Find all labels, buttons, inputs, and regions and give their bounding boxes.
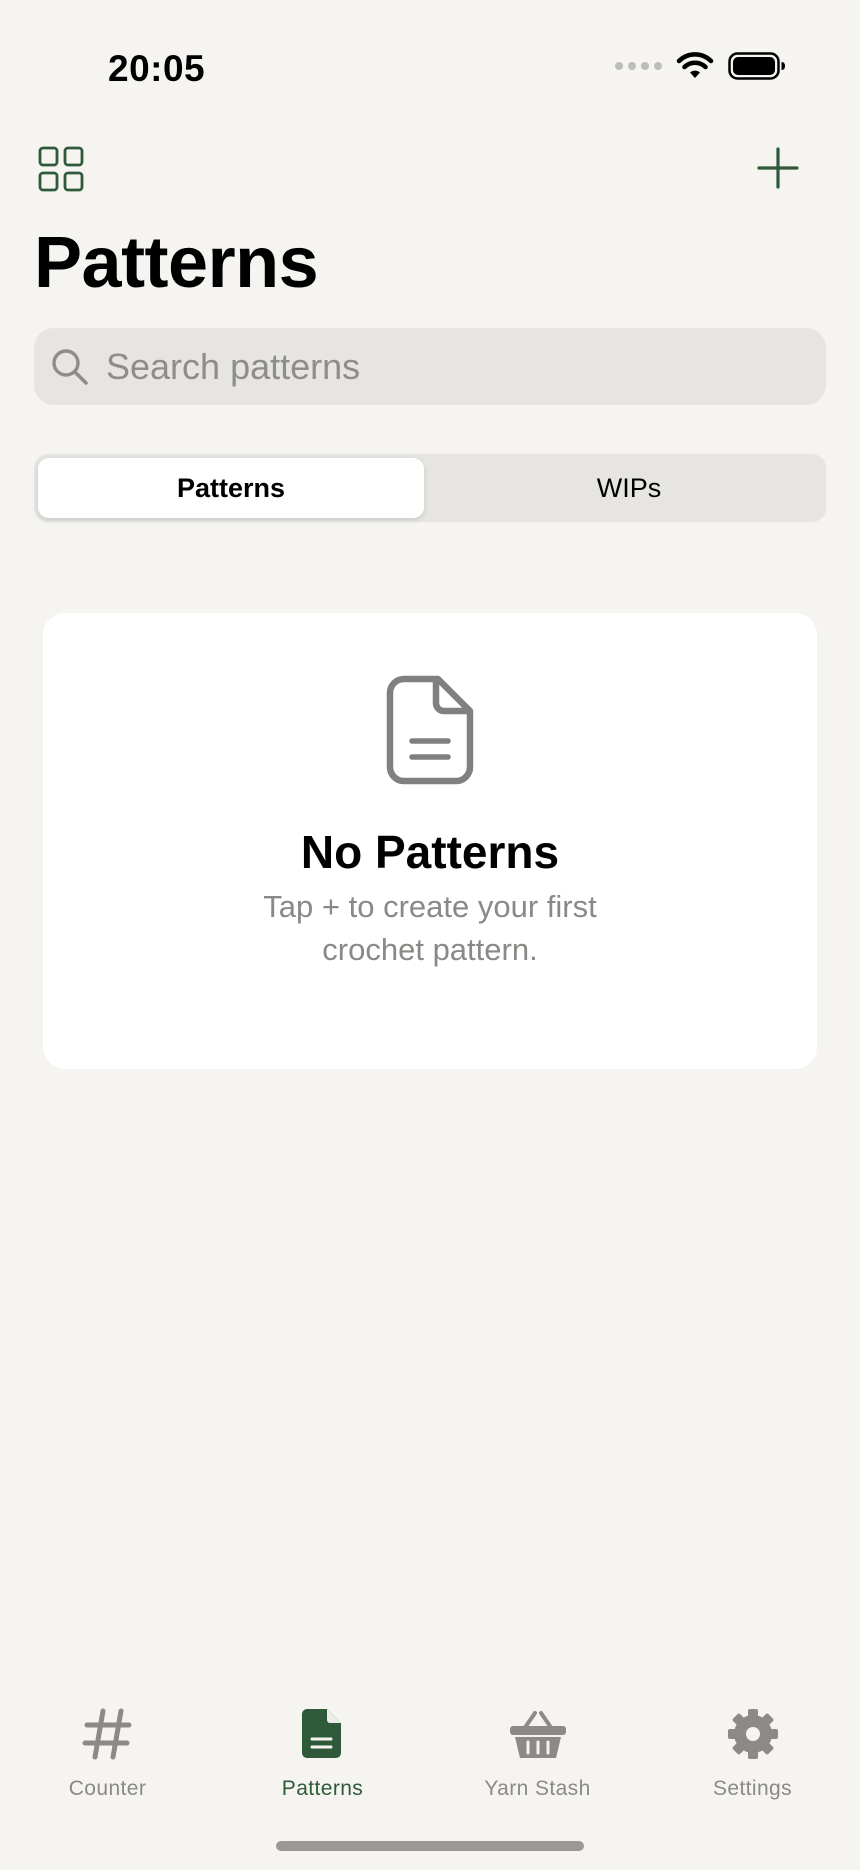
- empty-state-card: No Patterns Tap + to create your first c…: [43, 613, 817, 1069]
- tab-label: Settings: [712, 1777, 793, 1800]
- hashtag-icon: [82, 1708, 131, 1760]
- segmented-control: Patterns WIPs: [34, 454, 826, 522]
- wifi-icon: [676, 52, 714, 78]
- empty-state-title: No Patterns: [300, 826, 560, 878]
- search-input[interactable]: [106, 345, 806, 388]
- plus-icon: [757, 147, 799, 189]
- tab-yarn-stash[interactable]: Yarn Stash: [430, 1700, 645, 1810]
- battery-icon: [728, 52, 785, 80]
- tab-bar: Counter Patterns Yarn Stash Settings: [0, 1700, 860, 1810]
- tab-label: Yarn Stash: [484, 1777, 591, 1800]
- status-time: 20:05: [108, 48, 206, 89]
- tab-label: Counter: [68, 1777, 147, 1800]
- tab-patterns[interactable]: Patterns: [215, 1700, 430, 1810]
- basket-icon: [509, 1711, 566, 1758]
- tab-counter[interactable]: Counter: [0, 1700, 215, 1810]
- document-icon: [301, 1709, 341, 1758]
- tab-settings[interactable]: Settings: [645, 1700, 860, 1810]
- segment-patterns[interactable]: Patterns: [38, 458, 424, 518]
- gear-icon: [727, 1709, 778, 1759]
- grid-icon: [38, 146, 84, 192]
- empty-state-subtitle: Tap + to create your first crochet patte…: [263, 889, 597, 967]
- search-bar[interactable]: [34, 328, 826, 405]
- status-icons: [615, 52, 786, 80]
- search-icon: [52, 348, 88, 385]
- patterns-screen: 20:05 Patterns Search patterns Patterns …: [0, 0, 860, 1870]
- home-indicator: [276, 1841, 584, 1851]
- tab-label: Patterns: [281, 1777, 364, 1800]
- page-title: Patterns: [34, 223, 319, 303]
- grid-view-button[interactable]: [38, 146, 84, 192]
- signal-dots-icon: [615, 62, 662, 70]
- document-icon: [386, 675, 474, 785]
- add-pattern-button[interactable]: [756, 146, 800, 190]
- segment-wips[interactable]: WIPs: [436, 458, 822, 518]
